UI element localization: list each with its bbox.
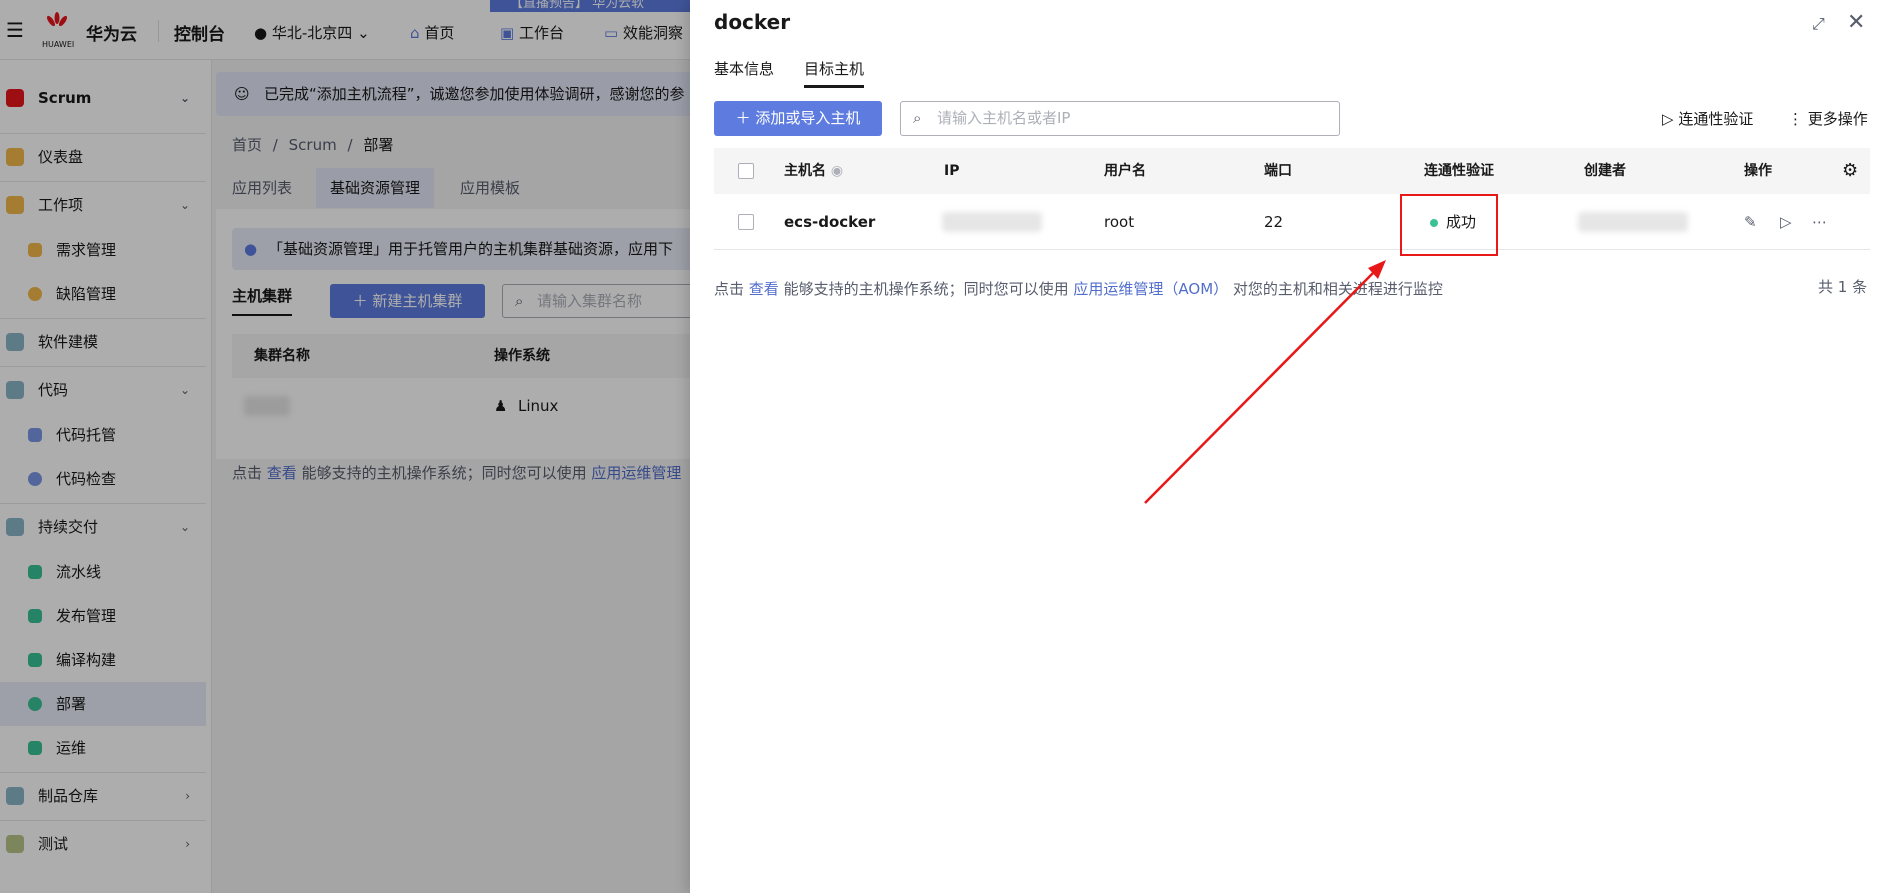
- more-vertical-icon: ⋮: [1788, 110, 1803, 128]
- host-table-header: 主机名 ◉ IP 用户名 端口 连通性验证 创建者 操作 ⚙: [714, 148, 1870, 194]
- drawer-note: 点击 查看 能够支持的主机操作系统；同时您可以使用 应用运维管理（AOM） 对您…: [714, 278, 1443, 299]
- add-host-button[interactable]: ＋ 添加或导入主机: [714, 101, 882, 136]
- settings-icon[interactable]: ⚙: [1842, 148, 1858, 194]
- connectivity-button[interactable]: ▷ 连通性验证: [1662, 108, 1753, 129]
- note-mid: 能够支持的主机操作系统；同时您可以使用: [783, 280, 1069, 298]
- search-icon: ⌕: [913, 109, 922, 127]
- column-actions: 操作: [1744, 163, 1772, 179]
- column-hostname-label: 主机名: [784, 163, 826, 179]
- tab-target-hosts[interactable]: 目标主机: [804, 58, 865, 88]
- column-ip: IP: [944, 163, 960, 179]
- host-search-placeholder: 请输入主机名或者IP: [937, 109, 1071, 127]
- port-value: 22: [1264, 213, 1284, 231]
- connectivity-label: 连通性验证: [1678, 110, 1754, 128]
- column-port: 端口: [1264, 163, 1292, 179]
- host-search-input[interactable]: ⌕ 请输入主机名或者IP: [900, 101, 1340, 136]
- column-creator: 创建者: [1584, 163, 1626, 179]
- more-actions-label: 更多操作: [1807, 110, 1868, 128]
- note-prefix: 点击: [714, 280, 745, 298]
- close-icon[interactable]: ✕: [1847, 10, 1865, 35]
- column-username: 用户名: [1104, 163, 1146, 179]
- aom-link[interactable]: 应用运维管理（AOM）: [1073, 280, 1228, 298]
- more-horizontal-icon[interactable]: ⋯: [1812, 194, 1827, 250]
- drawer-title: docker: [714, 10, 791, 34]
- plus-icon: ＋: [735, 109, 751, 127]
- more-actions-button[interactable]: ⋮ 更多操作: [1788, 108, 1868, 129]
- row-checkbox[interactable]: [738, 214, 754, 230]
- column-connectivity: 连通性验证: [1424, 163, 1494, 179]
- total-count: 共 1 条: [1818, 278, 1868, 296]
- username-value: root: [1104, 213, 1135, 231]
- play-icon[interactable]: ▷: [1780, 194, 1792, 250]
- select-all-checkbox[interactable]: [738, 163, 754, 179]
- play-icon: ▷: [1662, 110, 1674, 128]
- note-suffix: 对您的主机和相关进程进行监控: [1232, 280, 1443, 298]
- expand-icon[interactable]: ⤢: [1812, 14, 1825, 34]
- column-hostname[interactable]: 主机名 ◉: [784, 148, 843, 194]
- sort-icon: ◉: [830, 163, 844, 179]
- modal-overlay[interactable]: [0, 0, 700, 893]
- redacted-ip: [942, 212, 1042, 232]
- tab-basic-info[interactable]: 基本信息: [714, 58, 774, 79]
- table-row[interactable]: ecs-docker root 22 成功 ✎ ▷ ⋯: [714, 194, 1870, 250]
- highlight-box: [1400, 194, 1498, 256]
- add-host-label: 添加或导入主机: [755, 109, 861, 127]
- hostname-value[interactable]: ecs-docker: [784, 194, 875, 250]
- redacted-creator: [1578, 212, 1688, 232]
- view-link[interactable]: 查看: [749, 280, 779, 298]
- edit-icon[interactable]: ✎: [1744, 194, 1757, 250]
